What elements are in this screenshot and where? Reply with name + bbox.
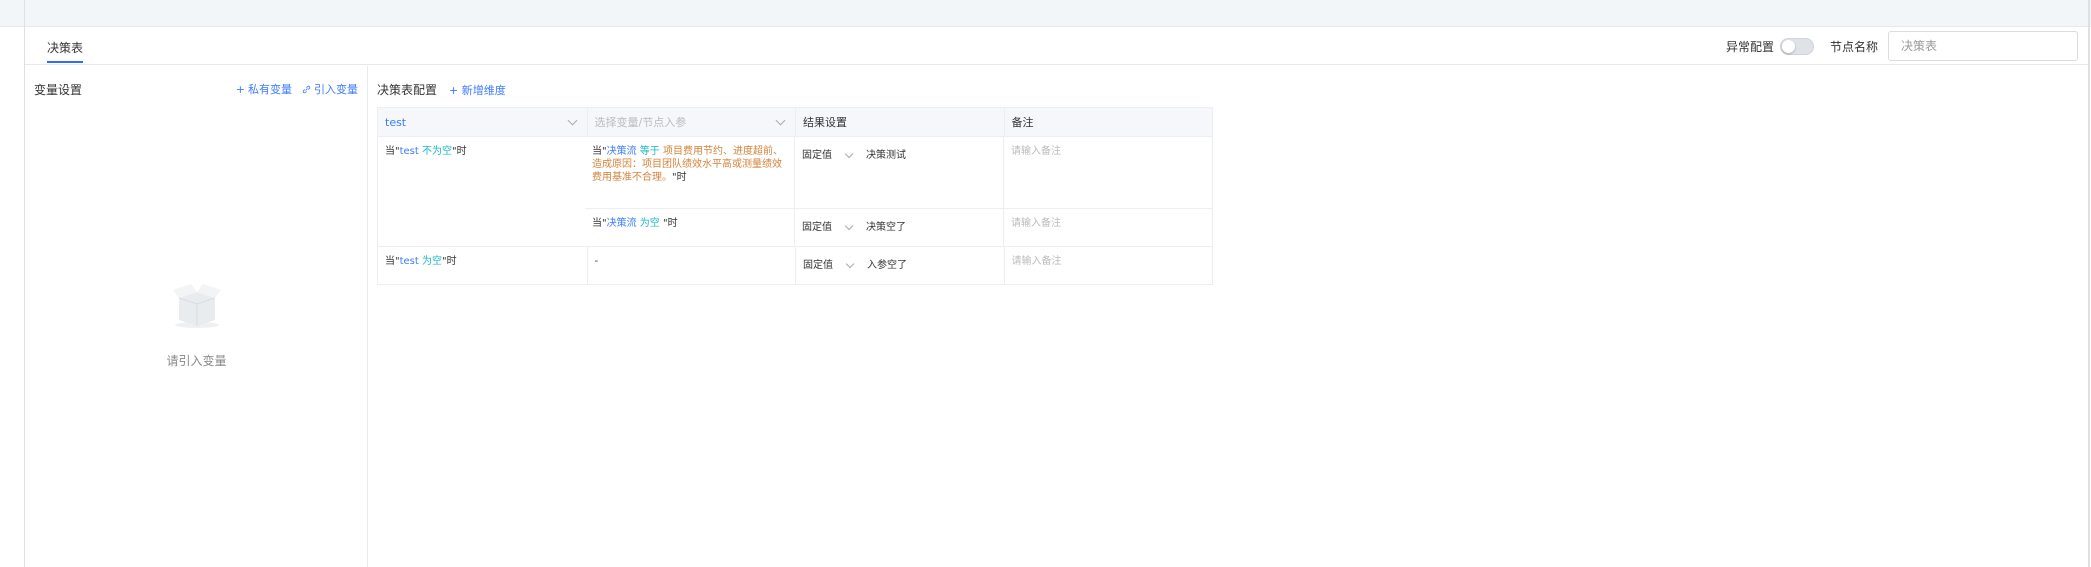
result-type-select[interactable]: 固定值 [802,149,832,162]
condition-prefix: 当" [592,218,607,229]
condition-suffix: "时 [672,172,687,183]
toggle-knob [1781,39,1795,53]
sub-rows: 当"决策流 等于 项目费用节约、进度超前、造成原因：项目团队绩效水平高或测量绩效… [585,137,1212,246]
condition-suffix: "时 [662,218,678,229]
private-variable-button[interactable]: + 私有变量 [236,81,292,97]
anomaly-config-toggle[interactable] [1779,37,1814,55]
column-label: 备注 [1011,115,1034,129]
column-select-test[interactable]: test [378,108,587,136]
chevron-down-icon [775,115,786,125]
variable-sidebar: 变量设置 + 私有变量 引入变量 请引入变量 [25,66,368,567]
condition-operator: 不为空 [422,146,453,157]
table-row: 当"test 不为空"时 当"决策流 等于 项目费用节约、进度超前、造成原因：项… [378,136,1212,246]
chevron-down-icon [844,149,854,158]
decision-table: test 选择变量/节点入参 结果设置 备注 当"test 不为空"时 当"决策… [377,107,1213,285]
condition-variable: 决策流 [606,218,637,229]
result-settings: 固定值 决策空了 [802,221,996,234]
variable-settings-title: 变量设置 [34,83,83,97]
plus-icon: + [449,83,462,97]
plus-icon: + [235,82,245,96]
result-type-select[interactable]: 固定值 [802,221,832,234]
remark-input[interactable]: 请输入备注 [1003,209,1212,246]
condition-cell[interactable]: 当"test 为空"时 [378,247,587,284]
empty-state-text: 请引入变量 [166,354,227,368]
result-cell: 固定值 决策空了 [794,209,1003,246]
chevron-down-icon [845,259,855,268]
table-row: 当"test 为空"时 - 固定值 入参空了 请输入备注 [378,246,1212,284]
anomaly-config-label: 异常配置 [1725,39,1774,54]
result-settings: 固定值 入参空了 [803,259,997,272]
chevron-down-icon [567,115,577,125]
condition-suffix: "时 [442,256,457,267]
node-name-label: 节点名称 [1829,39,1878,54]
chevron-down-icon [844,221,854,230]
header-controls: 异常配置 节点名称 决策表 [1726,30,2078,62]
condition-prefix: 当" [385,256,400,267]
condition-operator: 等于 [639,146,660,157]
config-title: 决策表配置 [377,83,438,97]
condition-cell[interactable]: 当"决策流 等于 项目费用节约、进度超前、造成原因：项目团队绩效水平高或测量绩效… [585,137,794,208]
node-name-input[interactable]: 决策表 [1888,31,2078,61]
condition-operator: 为空 [422,256,443,267]
column-remark: 备注 [1003,108,1212,136]
column-result-settings: 结果设置 [795,108,1004,136]
column-label: test [385,115,407,129]
table-header-row: test 选择变量/节点入参 结果设置 备注 [378,108,1212,136]
condition-cell-empty[interactable]: - [586,247,796,284]
result-cell: 固定值 入参空了 [795,247,1004,284]
condition-variable: test [399,146,419,157]
condition-variable: test [399,256,419,267]
result-cell: 固定值 决策测试 [794,137,1003,208]
decision-table-config: 决策表配置 + 新增维度 test 选择变量/节点入参 结果设置 备注 当"te… [368,66,2088,567]
sidebar-actions: + 私有变量 引入变量 [236,81,358,97]
private-variable-label: 私有变量 [248,83,292,96]
condition-operator: 为空 [639,218,660,229]
result-type-select[interactable]: 固定值 [803,259,833,272]
condition-cell[interactable]: 当"决策流 为空 "时 [585,209,794,246]
condition-prefix: 当" [385,146,400,157]
condition-cell[interactable]: 当"test 不为空"时 [378,137,585,246]
column-label: 选择变量/节点入参 [594,115,687,129]
condition-prefix: 当" [592,146,607,157]
panel-header: 决策表 异常配置 节点名称 决策表 [25,27,2088,65]
add-dimension-label: 新增维度 [461,83,506,97]
link-icon [302,85,311,93]
frame-border-right [2088,0,2090,567]
condition-suffix: "时 [452,146,467,157]
remark-input[interactable]: 请输入备注 [1003,247,1213,284]
add-dimension-button[interactable]: + 新增维度 [449,82,506,98]
config-header: 决策表配置 + 新增维度 [377,81,506,98]
result-value[interactable]: 决策测试 [866,149,906,162]
result-value[interactable]: 入参空了 [867,259,907,272]
result-value[interactable]: 决策空了 [866,221,906,234]
remark-input[interactable]: 请输入备注 [1003,137,1212,208]
tab-decision-table[interactable]: 决策表 [47,39,84,63]
column-label: 结果设置 [803,115,847,129]
sub-row: 当"决策流 等于 项目费用节约、进度超前、造成原因：项目团队绩效水平高或测量绩效… [585,137,1212,208]
condition-variable: 决策流 [606,146,637,157]
import-variable-button[interactable]: 引入变量 [302,81,358,97]
column-select-variable[interactable]: 选择变量/节点入参 [586,108,795,136]
sub-row: 当"决策流 为空 "时 固定值 决策空了 请输入备注 [585,208,1212,246]
top-bar [0,0,2091,27]
result-settings: 固定值 决策测试 [802,149,996,162]
empty-box-icon [173,284,221,328]
import-variable-label: 引入变量 [314,83,358,96]
